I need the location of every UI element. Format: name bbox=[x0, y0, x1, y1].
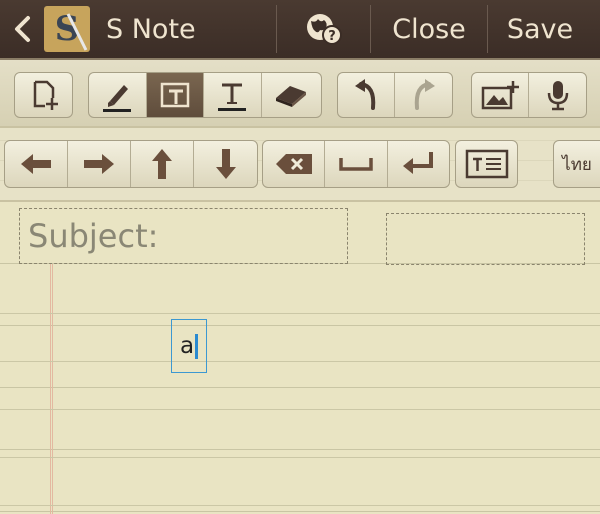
enter-icon bbox=[403, 152, 434, 174]
text-box-content: a bbox=[180, 333, 195, 359]
chevron-left-icon bbox=[15, 16, 30, 42]
insert-image-button[interactable] bbox=[472, 73, 530, 117]
ruled-line bbox=[0, 505, 600, 506]
save-button[interactable]: Save bbox=[488, 0, 592, 58]
media-group bbox=[471, 72, 587, 118]
history-group bbox=[337, 72, 453, 118]
text-frame-button[interactable] bbox=[146, 73, 204, 117]
svg-text:?: ? bbox=[328, 29, 336, 44]
insert-image-icon bbox=[481, 81, 519, 110]
backspace-button[interactable] bbox=[263, 141, 326, 187]
ruled-line bbox=[0, 457, 600, 458]
subject-field[interactable]: Subject: bbox=[19, 208, 348, 264]
page-layout-icon bbox=[33, 80, 58, 110]
back-button[interactable] bbox=[0, 0, 44, 58]
language-button[interactable]: ไทย bbox=[554, 141, 600, 187]
drawing-tools-group bbox=[88, 72, 322, 118]
undo-icon bbox=[355, 79, 376, 110]
ruled-line bbox=[0, 409, 600, 410]
page-layout-button[interactable] bbox=[15, 73, 72, 117]
undo-button[interactable] bbox=[338, 73, 396, 117]
ruled-line bbox=[0, 313, 600, 314]
text-icon bbox=[218, 83, 247, 111]
note-canvas[interactable]: Subject: a bbox=[0, 202, 600, 514]
arrow-down-button[interactable] bbox=[194, 141, 257, 187]
arrow-left-button[interactable] bbox=[5, 141, 68, 187]
close-button[interactable]: Close bbox=[371, 0, 487, 58]
keyboard-group bbox=[455, 140, 518, 188]
language-group: ไทย bbox=[553, 140, 600, 188]
space-icon bbox=[339, 158, 373, 171]
space-button[interactable] bbox=[325, 141, 388, 187]
ruled-line bbox=[0, 361, 600, 362]
help-button[interactable]: ? bbox=[277, 0, 370, 58]
margin-line bbox=[50, 264, 53, 514]
keyboard-button[interactable] bbox=[456, 141, 517, 187]
arrow-left-icon bbox=[20, 154, 51, 174]
voice-memo-button[interactable] bbox=[529, 73, 586, 117]
cursor-keys-group bbox=[4, 140, 258, 188]
app-logo: S bbox=[44, 6, 90, 52]
arrow-up-icon bbox=[151, 149, 172, 179]
text-box[interactable]: a bbox=[171, 319, 207, 373]
text-frame-icon bbox=[160, 82, 189, 108]
redo-button[interactable] bbox=[395, 73, 452, 117]
language-label: ไทย bbox=[562, 154, 592, 175]
eraser-icon bbox=[276, 86, 307, 107]
pen-nib-icon bbox=[66, 13, 88, 51]
keyboard-toolbar: ไทย bbox=[0, 128, 600, 202]
text-cursor bbox=[195, 333, 199, 359]
arrow-right-icon bbox=[83, 154, 114, 174]
pen-icon bbox=[103, 85, 132, 112]
redo-icon bbox=[414, 79, 435, 110]
pen-button[interactable] bbox=[89, 73, 147, 117]
help-globe-icon: ? bbox=[306, 14, 342, 45]
microphone-icon bbox=[547, 81, 568, 111]
edit-keys-group bbox=[262, 140, 450, 188]
date-field[interactable] bbox=[386, 213, 585, 265]
page-group bbox=[14, 72, 73, 118]
app-title: S Note bbox=[106, 13, 196, 45]
enter-button[interactable] bbox=[388, 141, 449, 187]
arrow-right-button[interactable] bbox=[68, 141, 131, 187]
tools-toolbar bbox=[0, 58, 600, 128]
title-bar: S S Note ? Close Save bbox=[0, 0, 600, 58]
arrow-down-icon bbox=[215, 149, 236, 179]
subject-placeholder: Subject: bbox=[28, 217, 159, 255]
eraser-button[interactable] bbox=[262, 73, 321, 117]
text-button[interactable] bbox=[204, 73, 262, 117]
backspace-icon bbox=[275, 154, 312, 174]
keyboard-icon bbox=[465, 149, 508, 179]
arrow-up-button[interactable] bbox=[131, 141, 195, 187]
